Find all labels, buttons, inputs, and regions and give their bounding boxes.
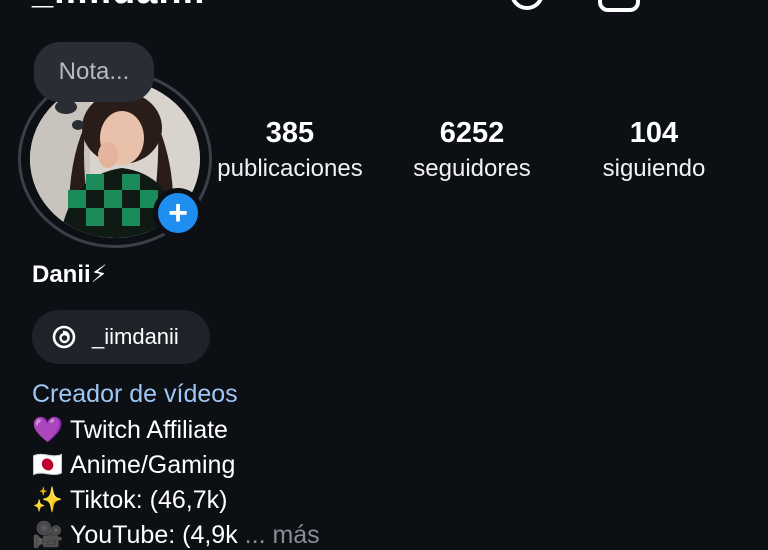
threads-icon xyxy=(50,323,78,351)
threads-handle: _iimdanii xyxy=(92,324,179,349)
bio-text: Twitch Affiliate xyxy=(70,416,228,444)
video-camera-icon: 🎥 xyxy=(32,521,64,549)
more-link[interactable]: ... más xyxy=(245,521,320,549)
sparkles-icon: ✨ xyxy=(32,486,64,514)
followers-count: 6252 xyxy=(439,117,505,149)
bio-text: YouTube: (4,9k xyxy=(70,521,238,549)
purple-heart-icon: 💜 xyxy=(32,416,64,444)
following-label: siguiendo xyxy=(602,155,706,182)
top-bar: _iimdanii xyxy=(0,0,768,14)
followers-label: seguidores xyxy=(413,155,531,182)
note-bubble[interactable]: Nota... xyxy=(34,42,154,102)
add-story-button[interactable]: + xyxy=(153,188,203,238)
posts-count: 385 xyxy=(265,117,315,149)
add-post-icon[interactable] xyxy=(598,0,640,12)
plus-icon: + xyxy=(158,193,198,233)
bio-line: ✨ Tiktok: (46,7k) xyxy=(32,486,227,515)
bio-line: 🎥 YouTube: (4,9k ... más xyxy=(32,521,320,550)
note-bubble-tail xyxy=(55,100,77,114)
following-count: 104 xyxy=(629,117,679,149)
bio-text: Anime/Gaming xyxy=(70,451,236,479)
japan-flag-icon: 🇯🇵 xyxy=(32,451,64,479)
following-stat[interactable]: 104 siguiendo xyxy=(586,116,722,188)
username-header[interactable]: _iimdanii xyxy=(32,0,206,13)
bio-line: 🇯🇵 Anime/Gaming xyxy=(32,451,235,480)
bio-text: Tiktok: (46,7k) xyxy=(70,486,228,514)
note-bubble-tail-small xyxy=(72,120,84,130)
posts-label: publicaciones xyxy=(217,155,363,182)
posts-stat[interactable]: 385 publicaciones xyxy=(206,116,374,188)
profile-name: Danii⚡ xyxy=(32,261,108,288)
note-placeholder: Nota... xyxy=(58,58,130,85)
threads-icon[interactable] xyxy=(510,0,544,10)
threads-link-button[interactable]: _iimdanii xyxy=(32,310,210,364)
bio-line: 💜 Twitch Affiliate xyxy=(32,416,228,445)
followers-stat[interactable]: 6252 seguidores xyxy=(398,116,546,188)
profile-category[interactable]: Creador de vídeos xyxy=(32,380,238,409)
